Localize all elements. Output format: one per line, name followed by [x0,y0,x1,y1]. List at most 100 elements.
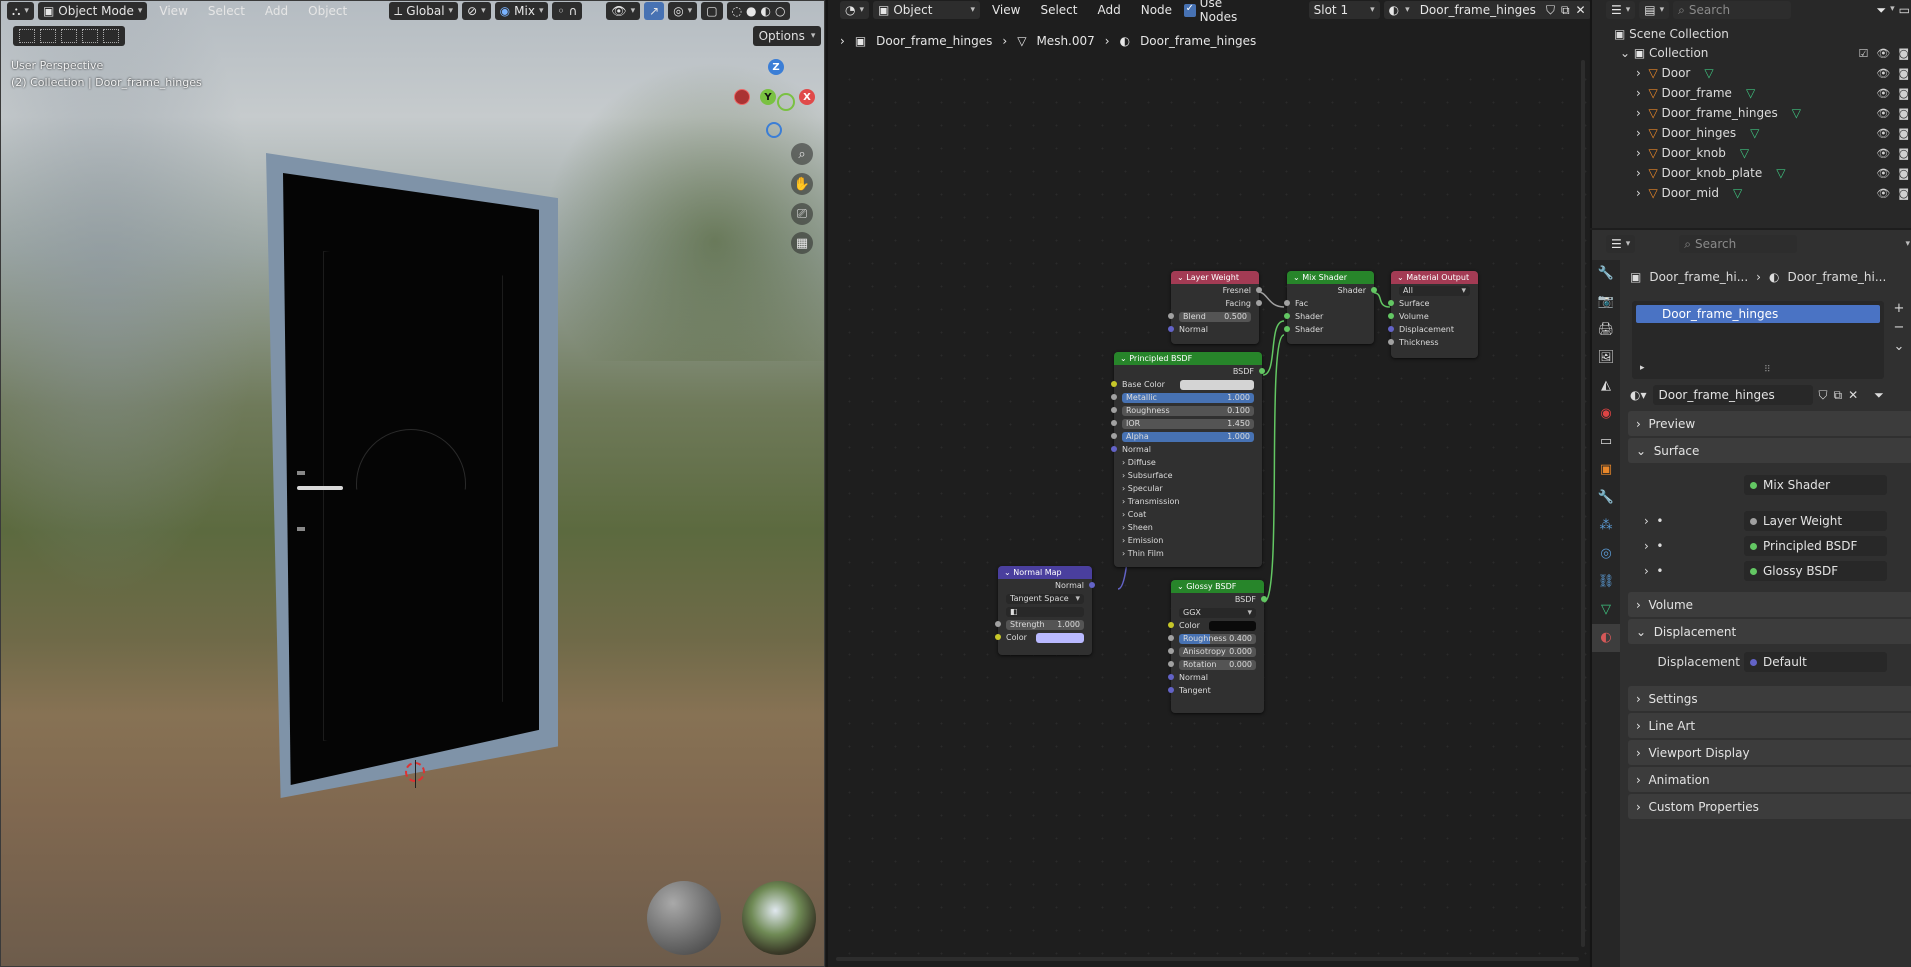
options-button[interactable]: Options ▾ [753,26,821,46]
socket[interactable] [1168,674,1174,680]
axis-neg-y[interactable] [777,93,795,111]
editor-type-button[interactable]: ⛬ ▾ [7,2,34,20]
subpanel-sheen[interactable]: › Sheen [1114,521,1262,534]
node-header[interactable]: ⌄ Normal Map [998,566,1092,579]
slot-specials-icon[interactable]: ⌄ [1888,339,1910,354]
subpanel-subsurface[interactable]: › Subsurface [1114,469,1262,482]
socket[interactable] [1111,394,1117,400]
duplicate-icon[interactable]: ⧉ [1834,389,1843,401]
ior-slider[interactable]: IOR 1.450 [1122,418,1254,429]
camera-icon[interactable]: ◙ [1898,127,1909,140]
wireframe-shading-icon[interactable]: ◌ [732,5,742,17]
mesh-data-icon[interactable]: ▽ [1704,67,1713,79]
constraints-tab-icon[interactable]: ⛓ [1592,568,1620,596]
collapse-icon[interactable]: ⌄ [1004,568,1013,577]
menu-add[interactable]: Add [257,4,296,18]
select-new-icon[interactable] [40,29,56,43]
camera-icon[interactable]: ◙ [1898,47,1909,60]
outliner-item[interactable]: › ▽ Door_knob ▽ 👁 ◙ [1592,143,1911,163]
material-slot-list[interactable]: Door_frame_hinges ▸ ⠿ [1632,301,1884,379]
socket[interactable] [1284,300,1290,306]
outliner-item[interactable]: › ▽ Door_knob_plate ▽ 👁 ◙ [1592,163,1911,183]
pan-hand-icon[interactable]: ✋ [791,173,813,195]
fac-expand-icon[interactable]: › • [1644,514,1664,528]
gizmo-toggle[interactable]: ↗ [644,2,665,20]
distribution-select[interactable]: GGX ▾ [1179,607,1256,618]
socket[interactable] [1168,622,1174,628]
3d-viewport[interactable]: ⛬ ▾ ▣ Object Mode ▾ View Select Add Object … [0,0,825,967]
panel-displacement[interactable]: ⌄ Displacement [1628,619,1911,644]
socket[interactable] [1111,407,1117,413]
checkbox-icon[interactable]: ☑ [1858,47,1868,60]
anisotropy-slider[interactable]: Anisotropy 0.000 [1179,646,1256,657]
chevron-right-icon[interactable]: › [1636,127,1648,139]
socket[interactable] [1284,326,1290,332]
color-swatch[interactable] [1209,620,1256,631]
door-hinge-mesh[interactable] [297,471,305,475]
eye-icon[interactable]: 👁 [1876,87,1890,100]
editor-type-button[interactable]: ☰ ▾ [1606,235,1636,253]
panel-settings[interactable]: › Settings [1628,686,1911,711]
socket[interactable] [1111,420,1117,426]
socket[interactable] [995,634,1001,640]
subpanel-specular[interactable]: › Specular [1114,482,1262,495]
link-dropdown-icon[interactable]: ⏷ [1874,389,1884,401]
data-tab-icon[interactable]: ▽ [1592,596,1620,624]
material-tab-icon[interactable]: ◐ [1592,624,1620,652]
door-hinge-mesh[interactable] [297,527,305,531]
camera-icon[interactable]: ⎚ [791,203,813,225]
chevron-right-icon[interactable]: › [1636,67,1648,79]
menu-select[interactable]: Select [200,4,253,18]
outliner-item[interactable]: › ▽ Door_frame_hinges ▽ 👁 ◙ [1592,103,1911,123]
camera-icon[interactable]: ◙ [1898,187,1909,200]
socket[interactable] [1168,648,1174,654]
socket[interactable] [1089,582,1095,588]
camera-icon[interactable]: ◙ [1898,147,1909,160]
material-shading-icon[interactable]: ◐ [761,5,771,17]
object-tab-icon[interactable]: ▣ [1592,456,1620,484]
filter-button[interactable]: ⏷ ▾ ▭ [1877,4,1910,16]
overlay-toggle[interactable]: ◎ ▾ [668,2,698,20]
collection-row[interactable]: ⌄ ▣ Collection ☑ 👁 ◙ [1592,43,1911,63]
roughness-slider[interactable]: Roughness 0.400 [1179,633,1256,644]
socket[interactable] [1388,300,1394,306]
node-header[interactable]: ⌄ Glossy BSDF [1171,580,1264,593]
shader2-input-field[interactable]: Glossy BSDF [1744,561,1887,581]
scene-tab-icon[interactable]: ◭ [1592,372,1620,400]
surface-shader-field[interactable]: Mix Shader [1744,475,1887,495]
outliner-item[interactable]: › ▽ Door_mid ▽ 👁 ◙ [1592,183,1911,203]
axis-neg-z[interactable] [766,122,782,138]
camera-icon[interactable]: ◙ [1898,167,1909,180]
axis-z[interactable]: Z [768,59,784,75]
xray-toggle[interactable]: ▢ [701,2,723,20]
socket[interactable] [1111,446,1117,452]
mesh-data-icon[interactable]: ▽ [1733,187,1742,199]
zoom-icon[interactable]: ⌕ [791,143,813,165]
node-normal-map[interactable]: ⌄ Normal Map Normal Tangent Space ▾ ◧ Str… [995,566,1095,655]
chevron-right-icon[interactable]: › [1636,187,1648,199]
material-name-field[interactable]: Door_frame_hinges [1652,385,1813,405]
socket[interactable] [1284,313,1290,319]
eye-icon[interactable]: 👁 [1876,47,1890,60]
outliner-item[interactable]: › ▽ Door_frame ▽ 👁 ◙ [1592,83,1911,103]
remove-slot-icon[interactable]: − [1888,320,1910,335]
collapse-icon[interactable]: ⌄ [1177,273,1186,282]
socket[interactable] [1256,287,1262,293]
expand-icon[interactable]: ▸ [1640,363,1645,373]
outliner-item[interactable]: › ▽ Door_hinges ▽ 👁 ◙ [1592,123,1911,143]
select-box-tool[interactable] [19,29,35,43]
shader1-expand-icon[interactable]: › • [1644,539,1664,553]
roughness-slider[interactable]: Roughness 0.100 [1122,405,1254,416]
vertical-scrollbar[interactable] [1581,60,1585,947]
material-slot-item[interactable]: Door_frame_hinges [1636,305,1880,323]
space-select[interactable]: Tangent Space ▾ [1006,593,1084,604]
eye-icon[interactable]: 👁 [1876,167,1890,180]
mesh-data-icon[interactable]: ▽ [1792,107,1801,119]
node-principled-bsdf[interactable]: ⌄ Principled BSDF BSDF Base Color Metall… [1111,352,1265,567]
target-select[interactable]: All ▾ [1399,285,1470,296]
mode-dropdown[interactable]: ▣ Object Mode ▾ [37,2,148,20]
modifier-tab-icon[interactable]: 🔧 [1592,484,1620,512]
scene-collection-row[interactable]: ▣ Scene Collection [1592,24,1911,44]
visibility-dropdown[interactable]: 👁 ▾ [606,2,641,20]
panel-volume[interactable]: › Volume [1628,592,1911,617]
